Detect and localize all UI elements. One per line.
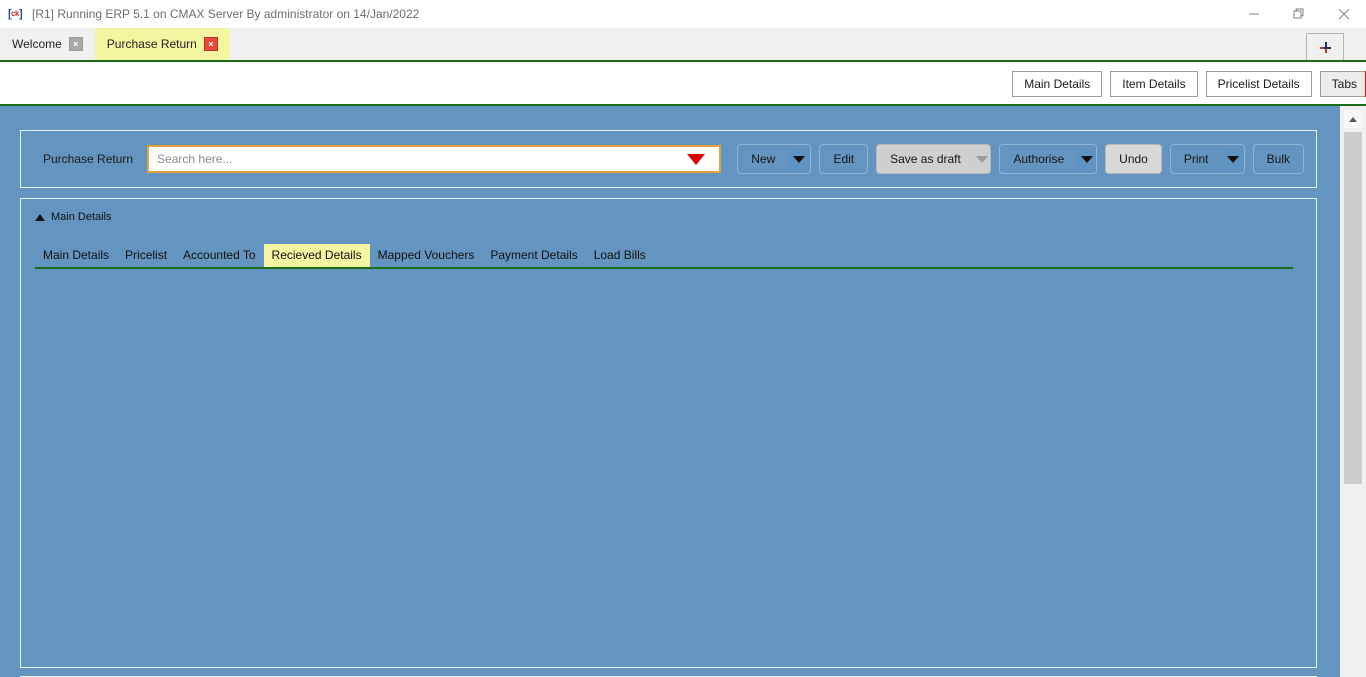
restore-icon[interactable] [1276,0,1321,28]
ribbon-button-item-details[interactable]: Item Details [1110,71,1198,97]
tab-welcome[interactable]: Welcome × [0,28,95,60]
form-title-label: Purchase Return [43,152,134,166]
authorise-split-button[interactable]: Authorise [999,144,1098,174]
scroll-up-arrow-icon[interactable] [1344,110,1362,128]
quick-tabs-ribbon: Main Details Item Details Pricelist Deta… [0,64,1366,106]
tab-welcome-close-icon[interactable]: × [68,37,83,51]
print-split-button[interactable]: Print [1169,144,1245,174]
search-field-wrapper[interactable] [147,145,722,173]
close-icon[interactable] [1321,0,1366,28]
plus-icon [1319,41,1331,53]
bulk-button[interactable]: Bulk [1252,144,1304,174]
window-controls [1231,0,1366,28]
tab-welcome-label: Welcome [12,37,62,51]
subtab-accounted-to[interactable]: Accounted To [175,244,264,267]
search-input[interactable] [155,147,714,171]
subtab-payment-details[interactable]: Payment Details [482,244,585,267]
main-details-panel: Main Details Main Details Pricelist Acco… [20,198,1317,668]
subtab-mapped-vouchers[interactable]: Mapped Vouchers [370,244,483,267]
main-details-section-title: Main Details [51,211,112,223]
subtab-pricelist[interactable]: Pricelist [117,244,175,267]
ribbon-button-pricelist-details[interactable]: Pricelist Details [1205,71,1312,97]
record-toolbar-panel: Purchase Return New Edit Save as draft A… [20,130,1317,188]
new-split-button[interactable]: New [737,144,812,174]
add-tab-button[interactable] [1306,33,1344,60]
authorise-dropdown-arrow-icon[interactable] [1077,145,1097,173]
ck-app-icon: [] ck [8,8,23,20]
edit-button[interactable]: Edit [819,144,869,174]
ribbon-button-main-details[interactable]: Main Details [1012,71,1103,97]
vertical-scrollbar[interactable] [1340,106,1366,677]
scrollbar-thumb[interactable] [1344,132,1362,484]
subtab-content-area [35,269,1302,649]
tabstrip: Welcome × Purchase Return × [0,28,1366,62]
workspace: Purchase Return New Edit Save as draft A… [0,106,1340,677]
save-as-draft-dropdown-arrow-icon[interactable] [973,145,991,173]
tab-purchase-return[interactable]: Purchase Return × [94,28,230,60]
ribbon-button-tabs-label: Tabs [1331,77,1357,91]
print-button-label: Print [1183,152,1209,166]
search-dropdown-caret-icon[interactable] [687,153,706,165]
main-details-section-header[interactable]: Main Details [35,211,1302,223]
subtab-main-details[interactable]: Main Details [35,244,117,267]
sub-tab-strip: Main Details Pricelist Accounted To Reci… [35,244,1293,269]
authorise-button-label: Authorise [1013,152,1065,166]
subtab-recieved-details[interactable]: Recieved Details [263,244,370,267]
window-titlebar: [] ck [R1] Running ERP 5.1 on CMAX Serve… [0,0,1366,28]
tab-purchase-return-close-icon[interactable]: × [203,37,218,51]
collapse-caret-up-icon[interactable] [35,213,45,221]
window-title: [R1] Running ERP 5.1 on CMAX Server By a… [32,7,420,21]
ribbon-button-tabs[interactable]: Tabs [1319,71,1366,97]
minimize-icon[interactable] [1231,0,1276,28]
undo-button[interactable]: Undo [1105,144,1162,174]
new-dropdown-arrow-icon[interactable] [788,145,811,173]
new-button-label: New [751,152,776,166]
print-dropdown-arrow-icon[interactable] [1221,145,1244,173]
tab-purchase-return-label: Purchase Return [106,37,197,51]
subtab-load-bills[interactable]: Load Bills [586,244,654,267]
save-as-draft-split-button[interactable]: Save as draft [876,144,992,174]
save-as-draft-button-label: Save as draft [890,152,961,166]
